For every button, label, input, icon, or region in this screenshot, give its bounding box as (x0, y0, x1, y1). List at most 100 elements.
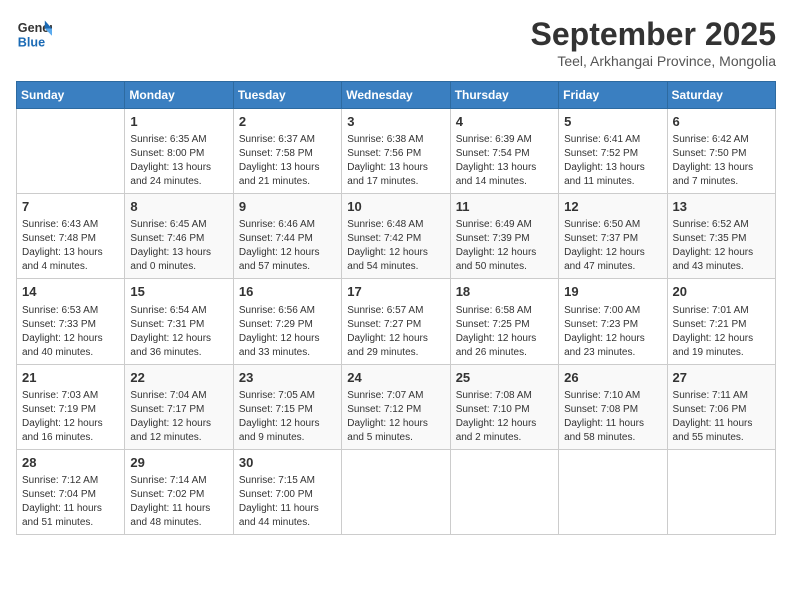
day-number: 6 (673, 113, 770, 131)
calendar-cell (559, 449, 667, 534)
calendar-cell: 23 Sunrise: 7:05 AM Sunset: 7:15 PM Dayli… (233, 364, 341, 449)
calendar-cell: 8 Sunrise: 6:45 AM Sunset: 7:46 PM Daylig… (125, 194, 233, 279)
day-info: Sunrise: 7:11 AM Sunset: 7:06 PM Dayligh… (673, 389, 770, 445)
calendar-cell (667, 449, 775, 534)
day-info: Sunrise: 6:38 AM Sunset: 7:56 PM Dayligh… (347, 133, 444, 189)
day-number: 11 (456, 198, 553, 216)
day-number: 2 (239, 113, 336, 131)
day-number: 26 (564, 369, 661, 387)
calendar-cell: 21 Sunrise: 7:03 AM Sunset: 7:19 PM Dayli… (17, 364, 125, 449)
day-info: Sunrise: 7:00 AM Sunset: 7:23 PM Dayligh… (564, 304, 661, 360)
day-number: 19 (564, 283, 661, 301)
calendar-cell: 14Sunrise: 6:53 AM Sunset: 7:33 PM Dayli… (17, 279, 125, 364)
calendar-cell: 30 Sunrise: 7:15 AM Sunset: 7:00 PM Dayli… (233, 449, 341, 534)
svg-text:Blue: Blue (18, 36, 45, 50)
day-info: Sunrise: 6:35 AM Sunset: 8:00 PM Dayligh… (130, 133, 227, 189)
location: Teel, Arkhangai Province, Mongolia (531, 53, 776, 69)
calendar-cell: 7Sunrise: 6:43 AM Sunset: 7:48 PM Daylig… (17, 194, 125, 279)
day-number: 5 (564, 113, 661, 131)
calendar-cell: 12Sunrise: 6:50 AM Sunset: 7:37 PM Dayli… (559, 194, 667, 279)
weekday-header-friday: Friday (559, 82, 667, 109)
day-number: 13 (673, 198, 770, 216)
day-number: 30 (239, 454, 336, 472)
day-number: 3 (347, 113, 444, 131)
logo: General Blue (16, 16, 52, 52)
calendar-cell: 17 Sunrise: 6:57 AM Sunset: 7:27 PM Dayli… (342, 279, 450, 364)
calendar-cell: 16 Sunrise: 6:56 AM Sunset: 7:29 PM Dayli… (233, 279, 341, 364)
day-number: 22 (130, 369, 227, 387)
day-number: 8 (130, 198, 227, 216)
title-section: September 2025 Teel, Arkhangai Province,… (531, 16, 776, 69)
day-info: Sunrise: 6:57 AM Sunset: 7:27 PM Dayligh… (347, 304, 444, 360)
day-number: 12 (564, 198, 661, 216)
day-number: 20 (673, 283, 770, 301)
calendar-week-row: 7Sunrise: 6:43 AM Sunset: 7:48 PM Daylig… (17, 194, 776, 279)
day-number: 4 (456, 113, 553, 131)
calendar-cell (450, 449, 558, 534)
day-number: 15 (130, 283, 227, 301)
weekday-header-wednesday: Wednesday (342, 82, 450, 109)
day-info: Sunrise: 6:41 AM Sunset: 7:52 PM Dayligh… (564, 133, 661, 189)
day-number: 10 (347, 198, 444, 216)
day-info: Sunrise: 6:43 AM Sunset: 7:48 PM Dayligh… (22, 218, 119, 274)
calendar-cell: 1 Sunrise: 6:35 AM Sunset: 8:00 PM Daylig… (125, 109, 233, 194)
calendar-cell: 6 Sunrise: 6:42 AM Sunset: 7:50 PM Daylig… (667, 109, 775, 194)
calendar-cell: 29 Sunrise: 7:14 AM Sunset: 7:02 PM Dayli… (125, 449, 233, 534)
day-info: Sunrise: 6:39 AM Sunset: 7:54 PM Dayligh… (456, 133, 553, 189)
calendar-table: SundayMondayTuesdayWednesdayThursdayFrid… (16, 81, 776, 535)
weekday-header-saturday: Saturday (667, 82, 775, 109)
day-info: Sunrise: 7:03 AM Sunset: 7:19 PM Dayligh… (22, 389, 119, 445)
day-info: Sunrise: 6:45 AM Sunset: 7:46 PM Dayligh… (130, 218, 227, 274)
day-info: Sunrise: 6:54 AM Sunset: 7:31 PM Dayligh… (130, 304, 227, 360)
day-info: Sunrise: 7:05 AM Sunset: 7:15 PM Dayligh… (239, 389, 336, 445)
calendar-week-row: 1 Sunrise: 6:35 AM Sunset: 8:00 PM Daylig… (17, 109, 776, 194)
day-info: Sunrise: 6:48 AM Sunset: 7:42 PM Dayligh… (347, 218, 444, 274)
day-number: 28 (22, 454, 119, 472)
day-number: 25 (456, 369, 553, 387)
weekday-header-row: SundayMondayTuesdayWednesdayThursdayFrid… (17, 82, 776, 109)
logo-icon: General Blue (16, 16, 52, 52)
day-info: Sunrise: 7:10 AM Sunset: 7:08 PM Dayligh… (564, 389, 661, 445)
day-info: Sunrise: 6:42 AM Sunset: 7:50 PM Dayligh… (673, 133, 770, 189)
calendar-cell: 28 Sunrise: 7:12 AM Sunset: 7:04 PM Dayli… (17, 449, 125, 534)
calendar-cell: 11 Sunrise: 6:49 AM Sunset: 7:39 PM Dayli… (450, 194, 558, 279)
day-number: 9 (239, 198, 336, 216)
day-info: Sunrise: 7:01 AM Sunset: 7:21 PM Dayligh… (673, 304, 770, 360)
day-number: 21 (22, 369, 119, 387)
day-info: Sunrise: 7:08 AM Sunset: 7:10 PM Dayligh… (456, 389, 553, 445)
day-number: 16 (239, 283, 336, 301)
day-number: 17 (347, 283, 444, 301)
day-number: 29 (130, 454, 227, 472)
page-header: General Blue September 2025 Teel, Arkhan… (16, 16, 776, 69)
calendar-cell: 26 Sunrise: 7:10 AM Sunset: 7:08 PM Dayli… (559, 364, 667, 449)
calendar-cell: 5 Sunrise: 6:41 AM Sunset: 7:52 PM Daylig… (559, 109, 667, 194)
day-info: Sunrise: 7:14 AM Sunset: 7:02 PM Dayligh… (130, 474, 227, 530)
calendar-cell: 19 Sunrise: 7:00 AM Sunset: 7:23 PM Dayli… (559, 279, 667, 364)
day-number: 23 (239, 369, 336, 387)
calendar-cell: 25 Sunrise: 7:08 AM Sunset: 7:10 PM Dayli… (450, 364, 558, 449)
calendar-cell: 9Sunrise: 6:46 AM Sunset: 7:44 PM Daylig… (233, 194, 341, 279)
calendar-cell: 20 Sunrise: 7:01 AM Sunset: 7:21 PM Dayli… (667, 279, 775, 364)
calendar-cell (342, 449, 450, 534)
day-number: 14 (22, 283, 119, 301)
weekday-header-thursday: Thursday (450, 82, 558, 109)
day-info: Sunrise: 6:52 AM Sunset: 7:35 PM Dayligh… (673, 218, 770, 274)
calendar-week-row: 21 Sunrise: 7:03 AM Sunset: 7:19 PM Dayli… (17, 364, 776, 449)
calendar-cell: 27 Sunrise: 7:11 AM Sunset: 7:06 PM Dayli… (667, 364, 775, 449)
day-number: 1 (130, 113, 227, 131)
day-info: Sunrise: 7:07 AM Sunset: 7:12 PM Dayligh… (347, 389, 444, 445)
day-number: 27 (673, 369, 770, 387)
weekday-header-tuesday: Tuesday (233, 82, 341, 109)
day-info: Sunrise: 6:37 AM Sunset: 7:58 PM Dayligh… (239, 133, 336, 189)
day-info: Sunrise: 7:04 AM Sunset: 7:17 PM Dayligh… (130, 389, 227, 445)
calendar-cell (17, 109, 125, 194)
day-info: Sunrise: 6:49 AM Sunset: 7:39 PM Dayligh… (456, 218, 553, 274)
day-info: Sunrise: 7:15 AM Sunset: 7:00 PM Dayligh… (239, 474, 336, 530)
day-info: Sunrise: 7:12 AM Sunset: 7:04 PM Dayligh… (22, 474, 119, 530)
calendar-cell: 15 Sunrise: 6:54 AM Sunset: 7:31 PM Dayli… (125, 279, 233, 364)
calendar-cell: 18Sunrise: 6:58 AM Sunset: 7:25 PM Dayli… (450, 279, 558, 364)
day-info: Sunrise: 6:56 AM Sunset: 7:29 PM Dayligh… (239, 304, 336, 360)
weekday-header-sunday: Sunday (17, 82, 125, 109)
calendar-week-row: 14Sunrise: 6:53 AM Sunset: 7:33 PM Dayli… (17, 279, 776, 364)
day-number: 18 (456, 283, 553, 301)
